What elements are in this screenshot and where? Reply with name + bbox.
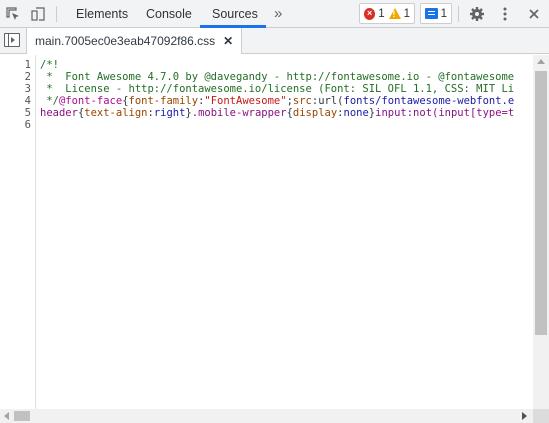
scrollbar-corner [533,409,549,423]
scroll-right-arrow-icon[interactable] [522,412,527,420]
warning-count: 1 [403,7,410,20]
error-count: 1 [378,7,385,20]
close-tab-icon[interactable]: ✕ [223,34,233,48]
line-number-gutter: 1 2 3 4 5 6 [0,55,36,409]
scroll-left-arrow-icon[interactable] [4,412,9,420]
tab-sources[interactable]: Sources [210,0,260,28]
code-token: src [292,95,312,107]
line-number: 4 [24,95,31,107]
settings-gear-icon[interactable] [467,4,487,24]
scroll-up-arrow-icon[interactable] [537,59,545,64]
code-token: url( [318,95,344,107]
device-toolbar-icon[interactable] [28,4,48,24]
issues-counter[interactable]: 1 [420,3,452,24]
code-line: header{text-align:right}.mobile-wrapper{… [40,107,514,119]
devtools-toolbar: Elements Console Sources » × 1 ! 1 1 [0,0,549,28]
code-line: * License - http://fontawesome.io/licens… [40,83,515,95]
code-token: display [292,107,338,119]
code-token: none [343,107,369,119]
vertical-scrollbar[interactable] [533,55,549,409]
horizontal-scrollbar[interactable] [0,409,533,423]
inspect-element-icon[interactable] [3,4,23,24]
more-tabs-chevron-icon[interactable]: » [274,0,282,28]
warning-icon: ! [388,8,401,19]
code-token: right [153,107,186,119]
code-token: fonts/fontawesome-webfont.e [343,95,515,107]
error-icon: × [364,7,376,20]
code-token: .mobile-wrapper [191,107,287,119]
editor-file-tab[interactable]: main.7005ec0e3eab47092f86.css ✕ [26,28,243,54]
code-token: @font-face [58,95,123,107]
line-number: 6 [24,119,31,131]
issues-count: 1 [440,7,447,20]
code-line: * Font Awesome 4.7.0 by @davegandy - htt… [40,71,515,83]
toolbar-divider [56,6,57,22]
toggle-navigator-icon[interactable] [4,33,20,47]
code-token: "FontAwesome" [204,95,287,107]
error-warning-counter[interactable]: × 1 ! 1 [359,3,415,24]
horizontal-scroll-thumb[interactable] [14,411,30,421]
code-token: header [40,107,78,119]
code-line: */@font-face{font-family:"FontAwesome";s… [40,95,514,107]
code-line: /*! [40,59,59,71]
line-number: 3 [24,83,31,95]
issues-icon [425,8,438,19]
editor-tab-strip: main.7005ec0e3eab47092f86.css ✕ [0,28,549,54]
more-options-icon[interactable] [495,4,515,24]
tab-console[interactable]: Console [144,0,194,28]
code-token: font-family [128,95,199,107]
code-token: */ [40,95,59,107]
code-editor[interactable]: 1 2 3 4 5 6 /*! * Font Awesome 4.7.0 by … [0,55,533,409]
close-devtools-icon[interactable] [524,4,544,24]
code-token: text-align [84,107,148,119]
code-token: input:not(input[type=t [375,107,515,119]
line-number: 2 [24,71,31,83]
file-tab-label: main.7005ec0e3eab47092f86.css [35,34,216,48]
toolbar-divider [458,6,459,22]
line-number: 1 [24,59,31,71]
vertical-scroll-thumb[interactable] [535,71,547,335]
tab-elements[interactable]: Elements [74,0,130,28]
line-number: 5 [24,107,31,119]
